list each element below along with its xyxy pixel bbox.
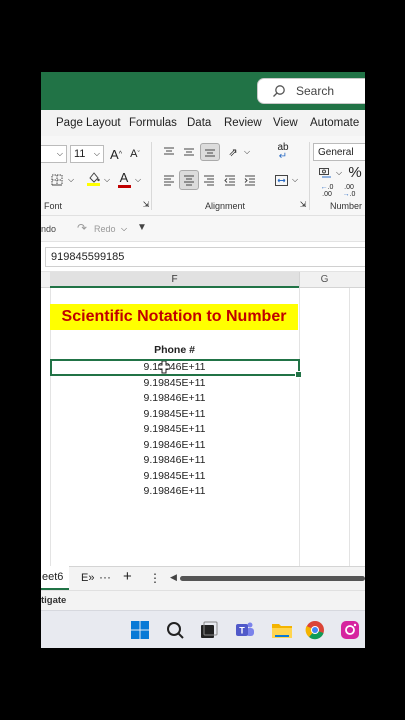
status-text: tigate (41, 595, 67, 606)
tab-review[interactable]: Review (224, 117, 262, 129)
chevron-down-icon[interactable]: ⌵ (66, 171, 76, 189)
decrease-font-icon[interactable]: Aˇ (127, 145, 143, 163)
chevron-down-icon: ⌵ (93, 149, 100, 158)
title-bar: Search (41, 72, 365, 110)
decrease-indent-icon[interactable] (222, 171, 238, 189)
search-icon[interactable] (164, 619, 186, 641)
redo-icon[interactable]: ↷ (77, 221, 87, 235)
column-header-f[interactable]: F (50, 272, 299, 288)
scroll-left-icon[interactable]: ◀ (170, 572, 177, 583)
customize-toolbar-icon[interactable]: ▼ (137, 222, 147, 233)
quick-access-toolbar: ndo ↷ Redo ⌵ ▼ (41, 216, 365, 242)
table-row[interactable]: 9.19846E+11 (50, 391, 299, 407)
search-label: Search (296, 84, 335, 98)
undo-label[interactable]: ndo (41, 224, 56, 234)
orientation-icon[interactable]: ⇗ (224, 144, 242, 160)
redo-label[interactable]: Redo (94, 224, 116, 234)
horizontal-scrollbar[interactable] (180, 576, 365, 581)
file-explorer-icon[interactable] (271, 619, 293, 641)
tab-formulas[interactable]: Formulas (129, 117, 177, 129)
add-sheet-button[interactable]: + (123, 568, 132, 585)
tab-data[interactable]: Data (187, 117, 211, 129)
accounting-format-icon[interactable] (317, 166, 333, 180)
excel-window: Search Page Layout Formulas Data Review … (41, 72, 365, 648)
increase-decimal-icon[interactable]: ←.0.00 (317, 183, 337, 199)
sheet-tab-bar: eet6 E» ··· + ⋮ ◀ (41, 566, 365, 590)
table-row[interactable]: 9.19845E+11 (50, 376, 299, 392)
cursor-cross-icon (158, 361, 170, 374)
align-left-icon[interactable] (161, 171, 177, 189)
sheet-options-icon[interactable]: ⋮ (149, 571, 161, 585)
font-size-value: 11 (74, 148, 86, 160)
merge-center-icon[interactable] (273, 171, 289, 189)
sheet-tabs-more-icon[interactable]: ··· (99, 570, 111, 584)
chevron-down-icon[interactable]: ⌵ (121, 224, 127, 234)
align-center-icon[interactable] (179, 170, 199, 190)
wrap-text-icon[interactable]: ab ↵ (274, 142, 292, 162)
table-row[interactable]: 9.19845E+11 (50, 469, 299, 485)
number-format-value: General (318, 146, 354, 158)
align-middle-icon[interactable] (181, 144, 197, 160)
svg-text:T: T (239, 626, 245, 636)
chevron-down-icon[interactable]: ⌵ (290, 171, 300, 189)
chevron-down-icon[interactable]: ⌵ (242, 144, 252, 160)
tab-page-layout[interactable]: Page Layout (56, 117, 121, 129)
align-top-icon[interactable] (161, 144, 177, 160)
alignment-dialog-launcher-icon[interactable]: ⇲ (299, 200, 307, 209)
search-box[interactable]: Search (257, 78, 365, 104)
font-name-dropdown[interactable]: ⌵ (41, 145, 67, 163)
search-icon (273, 85, 285, 97)
sheet-title-cell[interactable]: Scientific Notation to Number (50, 304, 298, 330)
tab-view[interactable]: View (273, 117, 298, 129)
table-row[interactable]: 9.19845E+11 (50, 407, 299, 423)
chevron-down-icon[interactable]: ⌵ (133, 171, 143, 189)
chevron-down-icon[interactable]: ⌵ (102, 171, 112, 189)
align-right-icon[interactable] (201, 171, 217, 189)
phone-column-header-cell[interactable]: Phone # (50, 344, 299, 359)
selected-cell-outline (50, 359, 302, 378)
chevron-down-icon: ⌵ (56, 149, 63, 158)
sheet-tab-next[interactable]: E» (81, 572, 94, 584)
teams-icon[interactable]: T (234, 619, 256, 641)
formula-bar: 919845599185 (41, 242, 365, 272)
font-color-icon[interactable]: A (117, 169, 131, 189)
table-row[interactable]: 9.19846E+11 (50, 438, 299, 454)
font-group-label: Font (44, 201, 63, 211)
number-group-label: Number (330, 201, 363, 211)
ribbon-tabs: Page Layout Formulas Data Review View Au… (41, 110, 365, 136)
formula-input[interactable]: 919845599185 (45, 247, 365, 267)
chrome-icon[interactable] (304, 619, 326, 641)
column-header-g[interactable]: G (299, 272, 349, 288)
percent-style-button[interactable]: % (347, 163, 363, 181)
fill-color-icon[interactable] (85, 169, 101, 189)
tab-automate[interactable]: Automate (310, 117, 359, 129)
ribbon: ⌵ 11 ⌵ A ^ Aˇ ⌵ ⌵ A ⌵ ⇲ ⇗ ⌵ ab ↵ ⌵ ⇲ Gen… (41, 136, 365, 216)
table-row[interactable]: 9.19846E+11 (50, 453, 299, 469)
instagram-icon[interactable] (339, 619, 361, 641)
windows-taskbar: T (41, 610, 365, 648)
align-bottom-icon[interactable] (200, 143, 220, 161)
column-headers: F G (41, 272, 365, 288)
sheet-tab-active[interactable]: eet6 (41, 566, 69, 590)
increase-indent-icon[interactable] (242, 171, 258, 189)
font-dialog-launcher-icon[interactable]: ⇲ (142, 200, 150, 209)
chevron-down-icon[interactable]: ⌵ (334, 166, 344, 180)
increase-font-icon[interactable]: A ^ (107, 145, 125, 163)
borders-icon[interactable] (49, 171, 65, 189)
font-size-dropdown[interactable]: 11 ⌵ (70, 145, 104, 163)
windows-start-icon[interactable] (129, 619, 151, 641)
decrease-decimal-icon[interactable]: .00 →.0 (339, 183, 359, 199)
alignment-group-label: Alignment (205, 201, 246, 211)
task-view-icon[interactable] (198, 619, 220, 641)
table-row[interactable]: 9.19845E+11 (50, 422, 299, 438)
table-row[interactable]: 9.19846E+11 (50, 484, 299, 500)
number-format-dropdown[interactable]: General (313, 143, 365, 161)
status-bar: tigate (41, 590, 365, 610)
